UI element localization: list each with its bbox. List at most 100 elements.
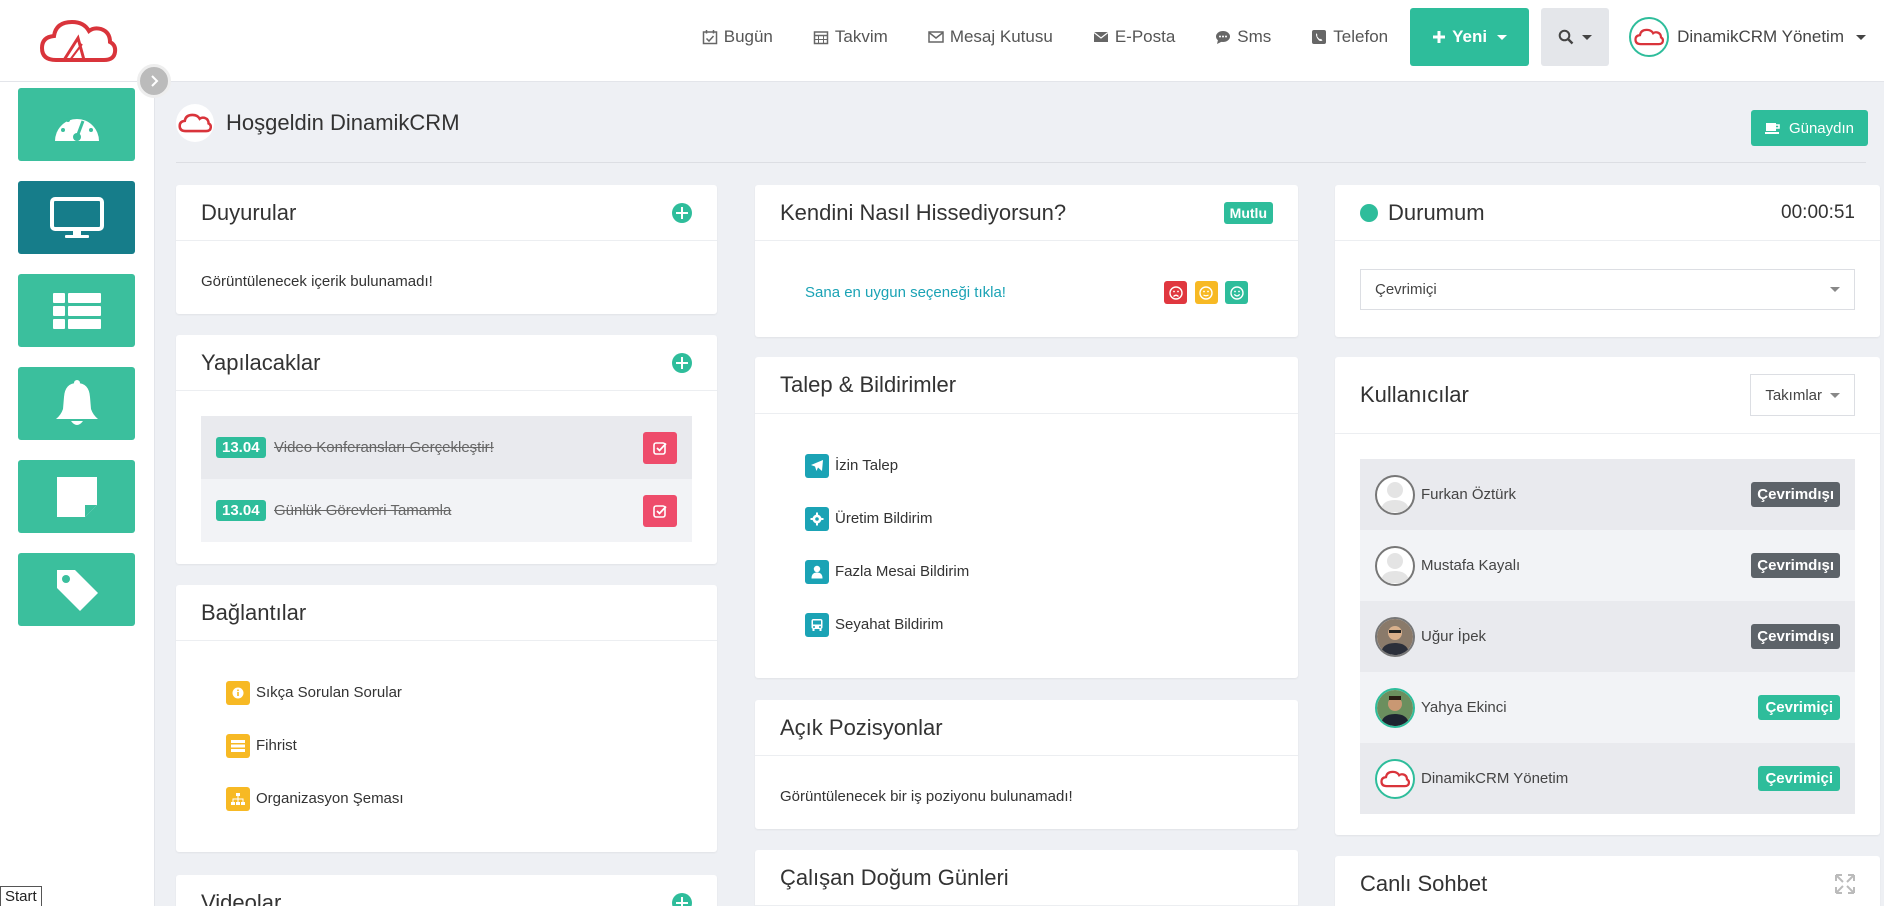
- todo-check-button[interactable]: [643, 494, 677, 527]
- user-row[interactable]: Mustafa Kayalı Çevrimdışı: [1360, 530, 1855, 601]
- links-list: Sıkça Sorulan Sorular Fihrist Organizasy…: [176, 641, 717, 825]
- link-directory-label: Fihrist: [256, 737, 297, 754]
- search-button[interactable]: [1541, 8, 1610, 66]
- nav-inbox-label: Mesaj Kutusu: [949, 27, 1053, 46]
- todo-item: 13.04 Günlük Görevleri Tamamla: [201, 479, 692, 542]
- new-button[interactable]: Yeni: [1410, 8, 1530, 66]
- envelope-icon: [1093, 32, 1109, 42]
- link-directory[interactable]: Fihrist: [176, 719, 717, 772]
- plane-icon: [805, 453, 829, 478]
- company-logo: [176, 104, 214, 142]
- request-overtime[interactable]: Fazla Mesai Bildirim: [755, 545, 1298, 598]
- user-row[interactable]: Yahya Ekinci Çevrimiçi: [1360, 672, 1855, 743]
- mood-card: Kendini Nasıl Hissediyorsun? Mutlu Sana …: [755, 185, 1298, 337]
- user-name: Mustafa Kayalı: [1421, 557, 1521, 574]
- taskbar-start-button[interactable]: Start: [0, 886, 42, 906]
- videos-header: Videolar: [176, 875, 717, 906]
- nav-inbox[interactable]: Mesaj Kutusu: [908, 8, 1073, 66]
- requests-list: İzin Talep Üretim Bildirim Fazla Mesai B…: [755, 414, 1298, 651]
- sidebar: [0, 82, 155, 906]
- sad-face-icon[interactable]: [1164, 281, 1188, 304]
- status-card: Durumum 00:00:51 Çevrimiçi: [1335, 185, 1880, 337]
- search-icon: [1558, 29, 1574, 45]
- add-video-icon[interactable]: [672, 892, 692, 906]
- cloud-logo-icon: [1380, 770, 1410, 787]
- birthdays-header: Çalışan Doğum Günleri: [755, 850, 1298, 906]
- mood-body: Sana en uygun seçeneği tıkla!: [755, 241, 1298, 305]
- nav-email[interactable]: E-Posta: [1073, 8, 1195, 66]
- sidebar-item-tags[interactable]: [18, 553, 135, 626]
- nav-today[interactable]: Bugün: [682, 8, 793, 66]
- user-name: Yahya Ekinci: [1421, 699, 1507, 716]
- happy-face-icon[interactable]: [1225, 281, 1248, 304]
- mood-prompt[interactable]: Sana en uygun seçeneği tıkla!: [805, 284, 1006, 301]
- sidebar-collapse-button[interactable]: [137, 64, 171, 98]
- user-name: Uğur İpek: [1421, 628, 1487, 645]
- nav-email-label: E-Posta: [1114, 27, 1176, 46]
- tag-icon: [56, 569, 98, 611]
- nav-sms-label: Sms: [1237, 27, 1272, 46]
- info-icon: [226, 680, 250, 705]
- links-title: Bağlantılar: [201, 599, 307, 625]
- announcements-title: Duyurular: [201, 199, 297, 225]
- request-leave[interactable]: İzin Talep: [755, 439, 1298, 492]
- chevron-down-icon: [1856, 34, 1866, 40]
- user-icon: [805, 559, 829, 584]
- neutral-face-icon[interactable]: [1194, 281, 1218, 304]
- videos-title: Videolar: [201, 889, 282, 906]
- nav-sms[interactable]: Sms: [1195, 8, 1291, 66]
- status-badge: Çevrimdışı: [1751, 482, 1840, 507]
- status-title: Durumum: [1388, 199, 1485, 225]
- header-divider: [176, 162, 1866, 163]
- link-faq[interactable]: Sıkça Sorulan Sorular: [176, 666, 717, 719]
- nav-phone[interactable]: Telefon: [1291, 8, 1408, 66]
- todo-check-button[interactable]: [643, 431, 677, 464]
- chevron-down-icon: [1830, 287, 1840, 292]
- add-announcement-icon[interactable]: [672, 202, 692, 223]
- birthdays-title: Çalışan Doğum Günleri: [780, 864, 1009, 890]
- cloud-logo-icon: [178, 113, 212, 133]
- status-select[interactable]: Çevrimiçi: [1360, 269, 1855, 310]
- requests-title: Talep & Bildirimler: [780, 372, 957, 397]
- user-photo-avatar: [1375, 687, 1415, 728]
- user-row[interactable]: DinamikCRM Yönetim Çevrimiçi: [1360, 743, 1855, 814]
- request-production[interactable]: Üretim Bildirim: [755, 492, 1298, 545]
- request-leave-label: İzin Talep: [835, 457, 899, 474]
- list-icon: [52, 292, 101, 329]
- sidebar-item-dashboard[interactable]: [18, 88, 135, 161]
- user-row[interactable]: Uğur İpek Çevrimdışı: [1360, 601, 1855, 672]
- plus-icon: [1433, 31, 1446, 43]
- bus-icon: [805, 612, 829, 637]
- teams-filter-label: Takımlar: [1765, 386, 1822, 404]
- add-todo-icon[interactable]: [672, 352, 692, 373]
- expand-icon[interactable]: [1835, 873, 1855, 894]
- top-bar: Bugün Takvim Mesaj Kutusu E-Posta Sms Te…: [0, 0, 1884, 82]
- cloud-logo-icon: [1634, 28, 1665, 46]
- status-timer: 00:00:51: [1781, 201, 1855, 223]
- birthdays-card: Çalışan Doğum Günleri: [755, 850, 1298, 906]
- teams-filter-dropdown[interactable]: Takımlar: [1750, 374, 1855, 416]
- user-row[interactable]: Furkan Öztürk Çevrimdışı: [1360, 459, 1855, 530]
- user-menu[interactable]: DinamikCRM Yönetim: [1629, 17, 1866, 57]
- announcements-card: Duyurular Görüntülenecek içerik bulunama…: [176, 185, 717, 314]
- chevron-right-icon: [151, 75, 159, 87]
- link-org-chart[interactable]: Organizasyon Şeması: [176, 772, 717, 825]
- sidebar-item-notifications[interactable]: [18, 367, 135, 440]
- nav-calendar[interactable]: Takvim: [793, 8, 908, 66]
- positions-header: Açık Pozisyonlar: [755, 700, 1298, 756]
- users-title: Kullanıcılar: [1360, 382, 1469, 407]
- top-nav: Bugün Takvim Mesaj Kutusu E-Posta Sms Te…: [682, 8, 1866, 66]
- request-travel[interactable]: Seyahat Bildirim: [755, 598, 1298, 651]
- calendar-check-icon: [702, 30, 717, 45]
- comment-icon: [1216, 31, 1231, 44]
- sidebar-item-desktop[interactable]: [18, 181, 135, 254]
- mood-options: [1161, 281, 1248, 305]
- sidebar-item-notes[interactable]: [18, 460, 135, 533]
- greeting-button[interactable]: Günaydın: [1750, 110, 1868, 146]
- mood-current-badge: Mutlu: [1223, 201, 1273, 224]
- app-logo[interactable]: [38, 16, 118, 66]
- links-card: Bağlantılar Sıkça Sorulan Sorular Fihris…: [176, 585, 717, 852]
- todo-date-badge: 13.04: [216, 499, 266, 521]
- todos-header: Yapılacaklar: [176, 335, 717, 391]
- sidebar-item-list[interactable]: [18, 274, 135, 347]
